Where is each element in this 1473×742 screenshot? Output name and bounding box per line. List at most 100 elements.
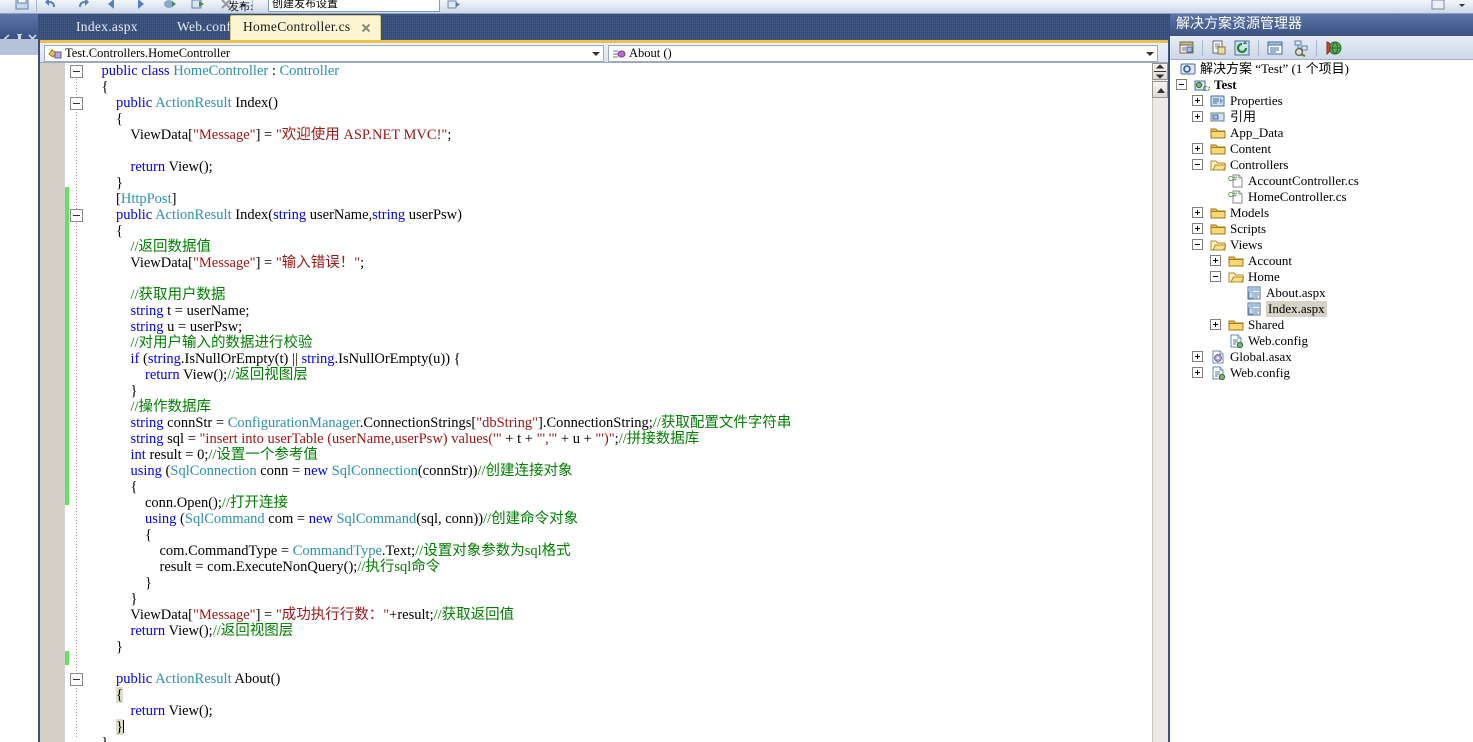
tree-item-label: Scripts (1230, 221, 1267, 236)
nav-forward-icon[interactable] (132, 0, 148, 12)
code-line: string t = userName; (130, 303, 250, 319)
publish-window-icon[interactable] (1430, 0, 1446, 12)
se-separator-1 (1202, 40, 1203, 56)
tree-item-controllers[interactable]: Controllers (1170, 157, 1473, 173)
editor-tab-strip: Index.aspx Web.config HomeController.cs (40, 14, 1168, 40)
refresh-icon[interactable] (1233, 39, 1251, 57)
properties-window-icon[interactable] (1178, 39, 1196, 57)
tree-item-test[interactable]: C# Test (1170, 77, 1473, 93)
expand-icon[interactable] (1192, 111, 1203, 122)
expand-icon[interactable] (1192, 351, 1203, 362)
code-line: return View(); (130, 703, 213, 719)
publish-go-icon[interactable] (446, 0, 462, 12)
toolbar-overflow-chevron-2-icon[interactable] (1459, 4, 1465, 7)
scroll-up-arrow-icon[interactable] (1152, 81, 1168, 98)
folder-open-icon (1210, 158, 1227, 172)
tree-item-account[interactable]: Account (1170, 253, 1473, 269)
code-line: } (87, 591, 138, 607)
code-line: } (116, 719, 124, 735)
redo-icon[interactable] (74, 0, 90, 12)
csharp-project-icon: C# (1194, 78, 1212, 93)
chevron-down-icon-2[interactable] (1146, 52, 1154, 56)
editor-tab-index-aspx[interactable]: Index.aspx (64, 16, 150, 40)
expand-icon[interactable] (1210, 255, 1221, 266)
code-line: { (87, 111, 123, 127)
type-dropdown[interactable]: Test.Controllers.HomeController (44, 45, 604, 62)
publish-label: 发布: (228, 1, 254, 13)
collapse-icon[interactable] (1210, 271, 1221, 282)
collapse-icon[interactable] (1192, 239, 1203, 250)
tree-item-accountcontroller.cs[interactable]: C# AccountController.cs (1170, 173, 1473, 189)
start-nodebug-icon[interactable] (190, 0, 206, 12)
save-icon[interactable] (14, 0, 30, 12)
code-text[interactable]: public class HomeController : Controller… (87, 63, 1168, 742)
code-line: ViewData["Message"] = "输入错误！"; (87, 255, 365, 271)
chevron-down-icon[interactable] (592, 52, 600, 56)
code-line: { (87, 223, 123, 239)
tree-item-content[interactable]: Content (1170, 141, 1473, 157)
expand-icon[interactable] (1192, 143, 1203, 154)
tree-item-label: Account (1248, 253, 1293, 268)
tree-item-properties[interactable]: Properties (1170, 93, 1473, 109)
close-icon[interactable] (360, 19, 372, 33)
expand-icon[interactable] (1210, 319, 1221, 330)
tree-item-models[interactable]: Models (1170, 205, 1473, 221)
outlining-collapse-toggle[interactable] (70, 65, 83, 78)
code-line: //获取用户数据 (130, 287, 226, 303)
code-line: //返回数据值 (130, 239, 212, 255)
code-line: return View();//返回视图层 (130, 623, 294, 639)
tree-item-global.asax[interactable]: Global.asax (1170, 349, 1473, 365)
code-editor-surface[interactable]: public class HomeController : Controller… (40, 63, 1168, 742)
solution-tree[interactable]: 解决方案 “Test” (1 个项目) C# TestProperties引用App… (1170, 61, 1473, 742)
member-dropdown[interactable]: About () (608, 45, 1158, 62)
view-in-browser-icon[interactable] (1324, 39, 1342, 57)
tree-item-web.config[interactable]: Web.config (1170, 333, 1473, 349)
tree-item-app_data[interactable]: App_Data (1170, 125, 1473, 141)
expand-icon[interactable] (1192, 207, 1203, 218)
view-designer-icon[interactable] (1292, 39, 1310, 57)
outlining-collapse-toggle[interactable] (70, 673, 83, 686)
folder-open-icon (1228, 270, 1245, 284)
start-debug-icon[interactable] (162, 0, 178, 12)
tree-item-[interactable]: 引用 (1170, 109, 1473, 125)
code-navigation-bar: Test.Controllers.HomeController About () (40, 43, 1168, 63)
nav-back-icon[interactable] (104, 0, 120, 12)
tree-item-shared[interactable]: Shared (1170, 317, 1473, 333)
selection-margin[interactable] (40, 63, 65, 742)
tree-item-about.aspx[interactable]: About.aspx (1170, 285, 1473, 301)
tree-item-scripts[interactable]: Scripts (1170, 221, 1473, 237)
undo-icon[interactable] (44, 0, 60, 12)
config-file-icon (1228, 334, 1244, 349)
tree-item-test1[interactable]: 解决方案 “Test” (1 个项目) (1170, 61, 1473, 77)
tree-item-home[interactable]: Home (1170, 269, 1473, 285)
tree-item-views[interactable]: Views (1170, 237, 1473, 253)
folder-icon (1210, 222, 1226, 236)
aspx-file-icon (1246, 286, 1262, 300)
expand-icon[interactable] (1192, 223, 1203, 234)
collapse-icon[interactable] (1176, 79, 1187, 90)
expand-icon[interactable] (1192, 95, 1203, 106)
publish-settings-combo[interactable]: 创建发布设置 (268, 0, 440, 12)
editor-tab-homecontroller-cs[interactable]: HomeController.cs (230, 15, 382, 40)
split-view-icon[interactable] (1152, 63, 1168, 80)
svg-text:C#: C# (1228, 176, 1237, 183)
vertical-scrollbar[interactable] (1152, 63, 1168, 742)
tree-item-label: AccountController.cs (1248, 173, 1359, 188)
csharp-file-icon: C# (1228, 190, 1244, 204)
outlining-collapse-toggle[interactable] (70, 97, 83, 110)
outlining-collapse-toggle[interactable] (70, 209, 83, 222)
tree-item-web.config[interactable]: Web.config (1170, 365, 1473, 381)
tree-item-index.aspx[interactable]: Index.aspx (1170, 301, 1473, 317)
outlining-guide-line (76, 67, 77, 739)
tree-item-homecontroller.cs[interactable]: C# HomeController.cs (1170, 189, 1473, 205)
show-all-files-icon[interactable] (1210, 39, 1228, 57)
code-line: } (87, 639, 123, 655)
editor-window: Index.aspx Web.config HomeController.cs Te… (40, 14, 1168, 742)
folder-icon (1210, 206, 1226, 220)
code-line: ViewData["Message"] = "欢迎使用 ASP.NET MVC!… (87, 127, 452, 143)
expand-icon[interactable] (1192, 367, 1203, 378)
view-code-icon[interactable] (1266, 39, 1284, 57)
collapse-icon[interactable] (1192, 159, 1203, 170)
